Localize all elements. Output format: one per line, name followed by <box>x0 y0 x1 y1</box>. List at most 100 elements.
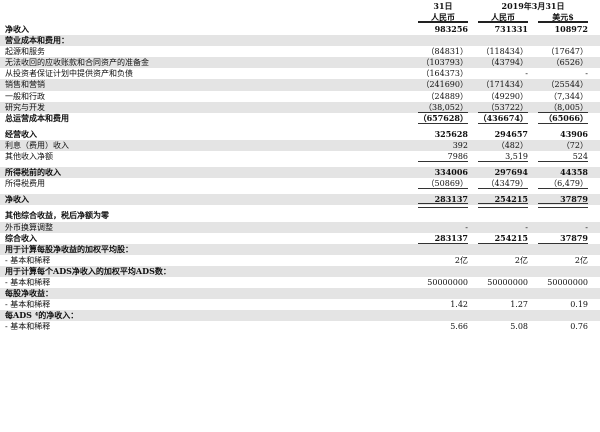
row-label: 经营收入 <box>5 128 37 139</box>
row-value-3: 108972 <box>554 24 588 34</box>
row-label: - 基本和稀释 <box>5 300 51 310</box>
row-label: 每股净收益： <box>5 288 53 299</box>
table-row: 经营收入 325628 294657 43906 <box>0 129 600 140</box>
row-value-1: 983256 <box>434 24 468 34</box>
row-value-3: 44358 <box>560 167 588 178</box>
row-value-3: - <box>585 69 588 79</box>
header-rule-2 <box>478 21 528 23</box>
row-value-2: - <box>525 222 528 232</box>
row-value-1: 325628 <box>434 128 468 139</box>
table-row: 销售和营销 （241690） （171434） （25544） <box>0 79 600 91</box>
table-row: 每ADS ⁴的净收入： <box>0 310 600 322</box>
row-label: 总运营成本和费用 <box>5 112 69 123</box>
table-row: 用于计算每股净收益的加权平均股： <box>0 243 600 255</box>
row-label: 外币换算调整 <box>5 222 53 232</box>
row-value-2: （118434） <box>481 47 528 57</box>
row-value-2: 297694 <box>494 167 528 178</box>
table-row: 起源和服务 （84831） （118434） （17647） <box>0 46 600 57</box>
row-value-1: 2亿 <box>454 255 468 265</box>
row-label: 利息（费用）收入 <box>5 140 69 150</box>
row-label: 净收入 <box>5 194 29 205</box>
row-value-3: 50000000 <box>547 277 588 287</box>
table-row: - 基本和稀释 2亿 2亿 2亿 <box>0 255 600 266</box>
row-label: 所得税前的收入 <box>5 167 61 178</box>
row-value-3: （72） <box>561 140 588 150</box>
row-value-1: 50000000 <box>427 277 468 287</box>
table-row: 外币换算调整 - - - <box>0 221 600 233</box>
row-value-1: （24889） <box>426 91 468 101</box>
row-label: 用于计算每个ADS净收入的加权平均ADS数： <box>5 265 171 276</box>
row-value-1: 334006 <box>434 167 468 178</box>
row-label: 综合收入 <box>5 232 37 243</box>
row-value-1: （164373） <box>421 69 468 79</box>
row-label: 销售和营销 <box>5 80 45 90</box>
row-value-3: 43906 <box>560 128 588 139</box>
table-row: 利息（费用）收入 392 （482） （72） <box>0 139 600 152</box>
row-value-1: 5.66 <box>450 322 468 332</box>
row-value-3: - <box>585 222 588 232</box>
table-row: 一般和行政 （24889） （49290） （7,344） <box>0 91 600 102</box>
table-row: - 基本和稀释 1.42 1.27 0.19 <box>0 299 600 310</box>
row-value-3: （25544） <box>546 80 588 90</box>
table-row: 研究与开发 （38,052） （53722） （8,005） <box>0 101 600 113</box>
row-value-1: 392 <box>452 140 468 150</box>
row-label: 从投资者保证计划中提供资产和负债 <box>5 69 133 79</box>
row-label: 其他收入净额 <box>5 152 53 162</box>
table-row: - 基本和稀释 5.66 5.08 0.76 <box>0 321 600 332</box>
row-label: - 基本和稀释 <box>5 322 51 332</box>
row-value-2: （49290） <box>486 91 528 101</box>
row-value-2: 731331 <box>494 24 528 34</box>
row-label: 所得税费用 <box>5 179 45 189</box>
table-row: 净收入 283137 254215 37879 <box>0 194 600 209</box>
table-row: - 基本和稀释 50000000 50000000 50000000 <box>0 277 600 288</box>
table-row: 其他收入净额 7986 3,519 524 <box>0 151 600 163</box>
header-col23-top: 2019年3月31日 <box>501 1 565 11</box>
header-col1-top: 31日 <box>433 1 453 11</box>
header-rule-1 <box>418 21 468 23</box>
row-label: 用于计算每股净收益的加权平均股： <box>5 243 133 254</box>
row-value-2: （171434） <box>481 80 528 90</box>
table-row: 无法收回的应收账款和合同资产的准备金 （103793） （43794） （6526） <box>0 57 600 69</box>
row-value-2: - <box>525 69 528 79</box>
row-value-1: （84831） <box>426 47 468 57</box>
row-value-3: （7,344） <box>549 91 588 101</box>
row-value-1: 1.42 <box>450 300 468 310</box>
row-label: 研究与开发 <box>5 102 45 112</box>
row-label: 营业成本和费用： <box>5 35 69 46</box>
row-label: 其他综合收益，税后净额为零 <box>5 210 109 221</box>
header-rule-3 <box>538 21 588 23</box>
row-value-2: 2亿 <box>514 255 528 265</box>
row-label: 每ADS ⁴的净收入： <box>5 310 79 321</box>
row-label: 无法收回的应收账款和合同资产的准备金 <box>5 58 149 68</box>
row-value-3: 2亿 <box>574 255 588 265</box>
table-row: 所得税费用 （50869） （43479） （6,479） <box>0 178 600 190</box>
row-value-3: （6526） <box>551 58 588 68</box>
row-value-2: 294657 <box>494 128 528 139</box>
table-row: 总运营成本和费用 （657628） （436674） （65066） <box>0 113 600 124</box>
row-value-3: （17647） <box>546 47 588 57</box>
row-value-3: 0.19 <box>570 300 588 310</box>
income-statement: 31日 2019年3月31日 人民币 人民币 美元$ 净收入 983256 7313… <box>0 0 600 432</box>
row-label: - 基本和稀释 <box>5 277 51 287</box>
row-value-2: （43794） <box>486 58 528 68</box>
statement-rows: 净收入 983256 731331 108972 营业成本和费用： 起源和服务 （84831… <box>0 24 600 332</box>
row-value-1: （241690） <box>421 80 468 90</box>
row-label: 一般和行政 <box>5 91 45 101</box>
row-value-2: 1.27 <box>510 300 528 310</box>
row-label: 净收入 <box>5 24 29 34</box>
row-value-1: - <box>465 222 468 232</box>
row-value-3: 0.76 <box>570 322 588 332</box>
row-label: - 基本和稀释 <box>5 255 51 265</box>
table-row: 营业成本和费用： <box>0 35 600 47</box>
table-row: 综合收入 283137 254215 37879 <box>0 233 600 244</box>
row-value-2: （482） <box>496 140 528 150</box>
table-row: 其他综合收益，税后净额为零 <box>0 210 600 221</box>
row-value-1: （103793） <box>421 58 468 68</box>
row-label: 起源和服务 <box>5 47 45 57</box>
table-row: 从投资者保证计划中提供资产和负债 （164373） - - <box>0 68 600 79</box>
table-row: 用于计算每个ADS净收入的加权平均ADS数： <box>0 265 600 277</box>
table-row: 净收入 983256 731331 108972 <box>0 24 600 35</box>
row-value-2: 50000000 <box>487 277 528 287</box>
row-value-2: 5.08 <box>510 322 528 332</box>
table-row: 每股净收益： <box>0 288 600 300</box>
